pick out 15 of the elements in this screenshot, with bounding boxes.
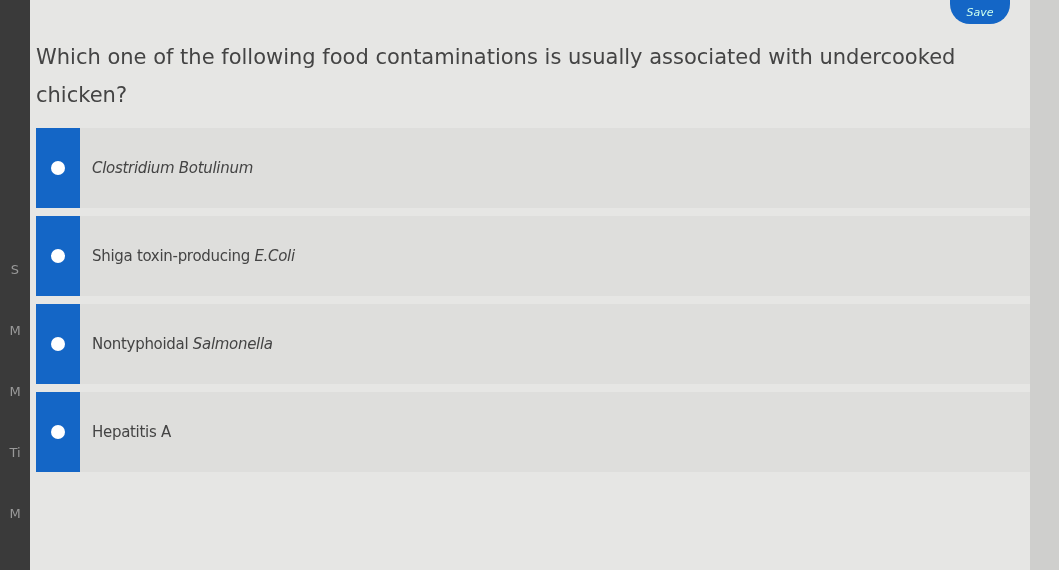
radio-button[interactable] bbox=[51, 249, 65, 263]
option-label[interactable]: Shiga toxin-producing E.Coli bbox=[80, 247, 295, 265]
sidebar-item[interactable]: Ti bbox=[9, 445, 21, 460]
question-text: Which one of the following food contaminations is usually associated with undercooked chicken? bbox=[36, 44, 957, 109]
option-label[interactable]: Clostridium Botulinum bbox=[80, 159, 253, 177]
sidebar-item[interactable]: M bbox=[9, 323, 21, 338]
option-label[interactable]: Nontyphoidal Salmonella bbox=[80, 335, 273, 353]
sidebar-item[interactable]: M bbox=[9, 506, 21, 521]
option-label[interactable]: Hepatitis A bbox=[80, 423, 171, 441]
sidebar-item[interactable]: S bbox=[10, 262, 20, 277]
radio-button[interactable] bbox=[51, 337, 65, 351]
save-button[interactable]: Save bbox=[950, 0, 1010, 24]
radio-button[interactable] bbox=[51, 425, 65, 439]
radio-button[interactable] bbox=[51, 161, 65, 175]
sidebar-item[interactable]: M bbox=[9, 384, 21, 399]
